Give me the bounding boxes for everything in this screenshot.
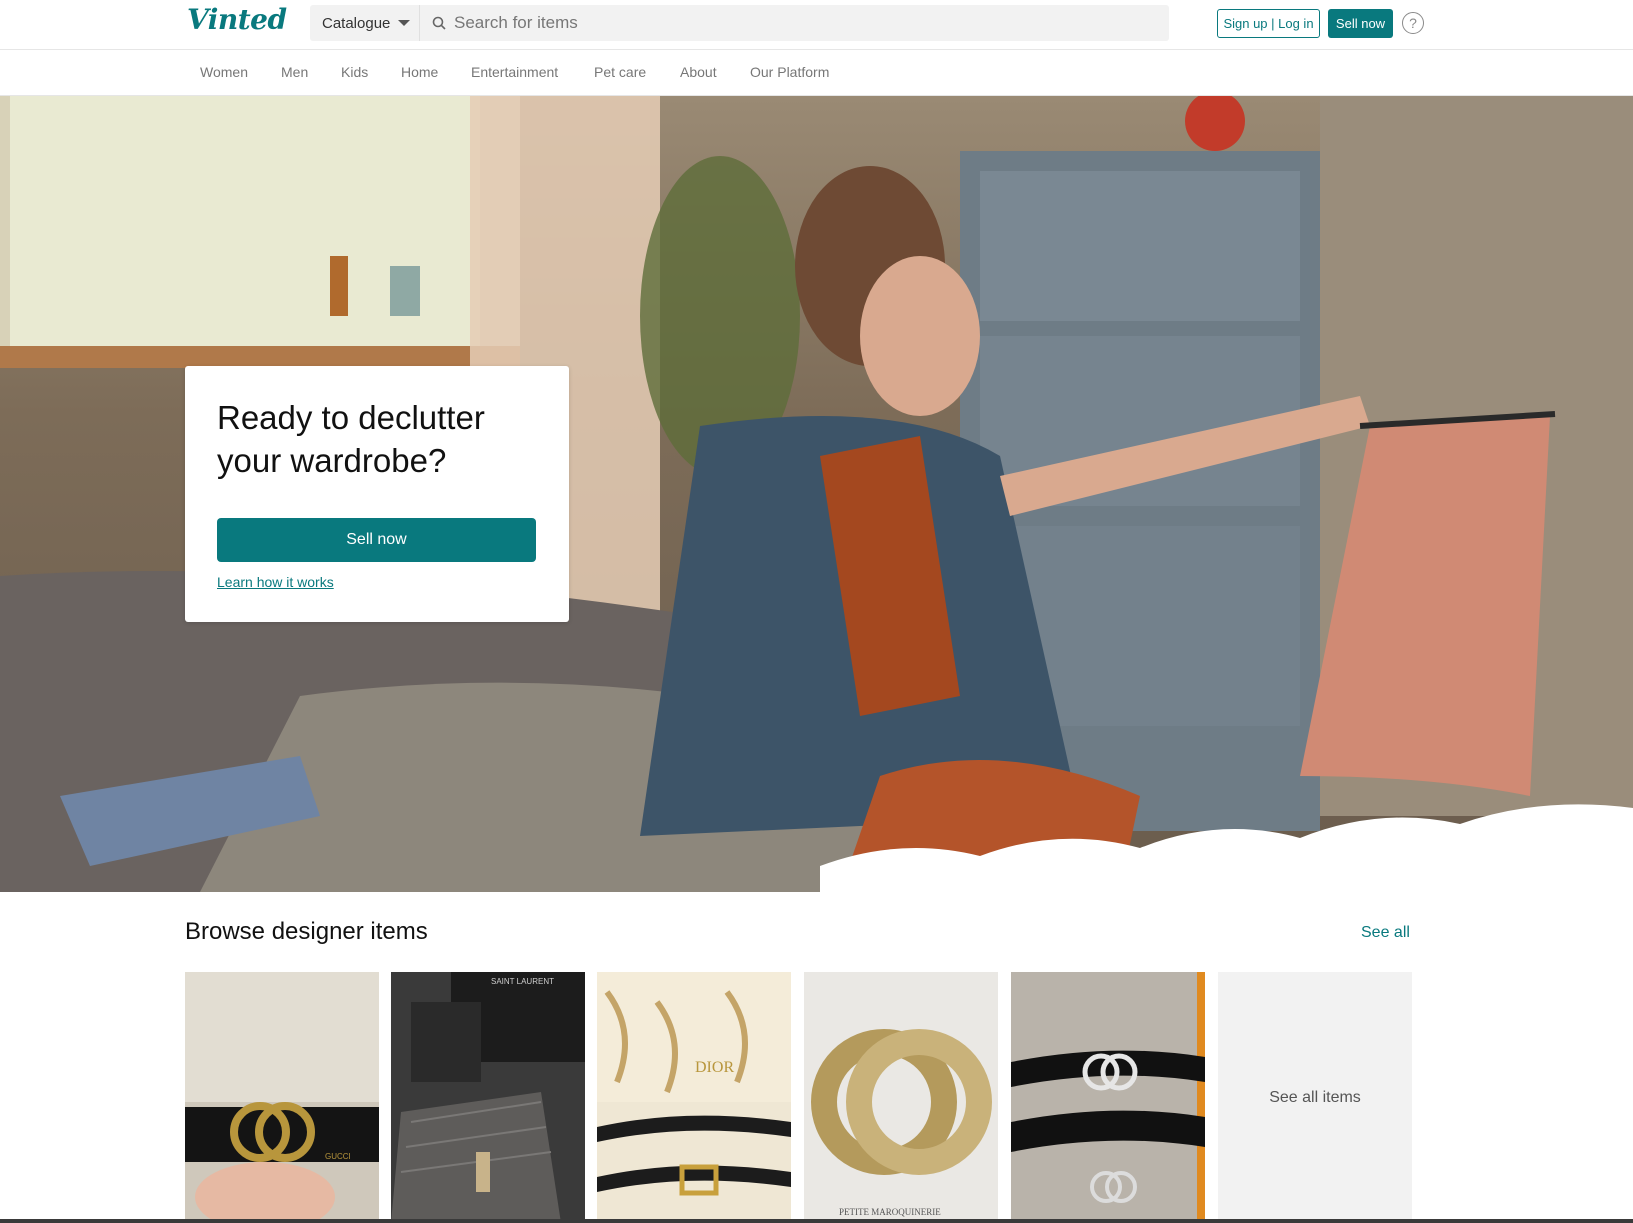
nav-item-home[interactable]: Home <box>401 64 438 80</box>
nav-item-men[interactable]: Men <box>281 64 308 80</box>
nav-item-about[interactable]: About <box>680 64 717 80</box>
nav-item-entertainment[interactable]: Entertainment <box>471 64 558 80</box>
nav-item-pet-care[interactable]: Pet care <box>594 64 646 80</box>
catalogue-dropdown[interactable]: Catalogue <box>310 5 420 41</box>
see-all-items-tile[interactable]: See all items <box>1218 972 1412 1223</box>
dior-label: DIOR <box>695 1059 734 1076</box>
category-nav: Women Men Kids Home Entertainment Pet ca… <box>0 50 1633 96</box>
browse-section-title: Browse designer items <box>185 918 428 945</box>
chanel-brooch-image[interactable]: PETITE MAROQUINERIE <box>804 972 998 1223</box>
ysl-label: SAINT LAURENT <box>491 977 554 986</box>
hero-title: Ready to declutter your wardrobe? <box>217 399 485 479</box>
search-input[interactable] <box>454 5 1169 41</box>
help-circle-icon[interactable]: ? <box>1402 12 1424 34</box>
top-header: Vinted Catalogue Sign up | Log in Sell n… <box>0 0 1633 50</box>
chevron-down-icon <box>398 20 411 26</box>
gucci-belt-image[interactable]: GUCCI <box>185 972 379 1223</box>
dior-belt-image[interactable]: DIOR <box>597 972 791 1223</box>
ysl-bag-image[interactable]: SAINT LAURENT <box>391 972 585 1223</box>
hero-sell-now-button[interactable]: Sell now <box>217 518 536 562</box>
hero-card: Ready to declutter your wardrobe? Sell n… <box>185 366 569 622</box>
signup-login-button[interactable]: Sign up | Log in <box>1217 9 1320 38</box>
catalogue-label: Catalogue <box>322 14 391 32</box>
chanel-brooch-label: PETITE MAROQUINERIE <box>839 1207 941 1217</box>
chanel-belt-image[interactable] <box>1011 972 1205 1223</box>
sell-now-header-button[interactable]: Sell now <box>1328 9 1393 38</box>
search-bar: Catalogue <box>310 5 1169 41</box>
vinted-logo[interactable]: Vinted <box>187 3 287 36</box>
see-all-items-label: See all items <box>1269 1088 1361 1106</box>
nav-item-our-platform[interactable]: Our Platform <box>750 64 829 80</box>
search-icon <box>424 16 454 30</box>
gucci-label: GUCCI <box>325 1152 351 1161</box>
nav-item-kids[interactable]: Kids <box>341 64 368 80</box>
nav-item-women[interactable]: Women <box>200 64 248 80</box>
see-all-link[interactable]: See all <box>1361 924 1410 942</box>
learn-how-it-works-link[interactable]: Learn how it works <box>217 574 334 590</box>
bottom-divider <box>0 1219 1633 1223</box>
hero-banner: Ready to declutter your wardrobe? Sell n… <box>0 96 1633 892</box>
